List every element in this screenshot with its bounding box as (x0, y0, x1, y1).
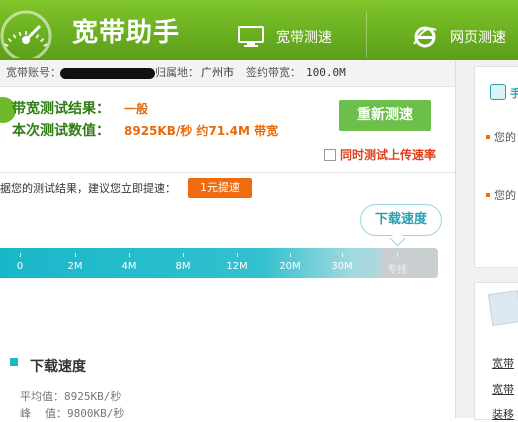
account-info-bar: 宽带账号： 归属地： 广州市 签约带宽： 100.0M (0, 60, 455, 87)
contract-label: 签约带宽： (246, 66, 301, 79)
gauge-tick (129, 253, 130, 257)
location-value: 广州市 (201, 66, 234, 79)
speedometer-logo-icon (0, 10, 52, 58)
nav-bandwidth-test[interactable]: 宽带测速 (238, 22, 332, 52)
nav-bandwidth-test-label: 宽带测速 (276, 30, 332, 46)
contract-value: 100.0M (306, 66, 346, 79)
peak-value: 9800KB/秒 (67, 407, 125, 420)
right-item-1: 您的 (494, 131, 516, 144)
avg-value: 8925KB/秒 (64, 390, 122, 403)
nav-webpage-test[interactable]: 网页测速 (412, 22, 506, 52)
speed-label: 本次测试数值： (12, 123, 110, 139)
gauge-label-20m: 20M (279, 261, 301, 272)
gauge-tick (20, 253, 21, 257)
avg-label: 平均值： (20, 390, 64, 403)
speed-value: 8925KB/秒 约71.4M 带宽 (124, 124, 279, 138)
test-result-label: 带宽测试结果： (12, 101, 110, 117)
gauge-label-2m: 2M (67, 261, 83, 272)
test-result-value: 一般 (124, 102, 149, 116)
right-item-2: 您的 (494, 189, 516, 202)
gauge-tick (342, 253, 343, 257)
peak-label: 峰 值： (20, 407, 67, 420)
monitor-icon (238, 26, 264, 47)
boost-button[interactable]: 1元提速 (188, 178, 252, 198)
download-speed-bubble: 下载速度 (360, 204, 442, 236)
gauge-label-0: 0 (16, 261, 24, 272)
gauge-label-30m: 30M (331, 261, 353, 272)
account-redacted (60, 68, 155, 79)
app-header: 宽带助手 宽带测速 网页测速 (0, 0, 518, 60)
gauge-scale: 0 2M 4M 8M 12M 20M 30M 专线 (0, 248, 438, 278)
gauge-tick (75, 253, 76, 257)
upload-test-checkbox[interactable] (324, 149, 336, 161)
right-link-3[interactable]: 装移 (492, 406, 514, 422)
gauge-label-dedicated: 专线 (387, 265, 407, 276)
gauge-tick (183, 253, 184, 257)
list-bullet (486, 135, 490, 139)
nav-webpage-test-label: 网页测速 (450, 30, 506, 46)
gauge-label-4m: 4M (121, 261, 137, 272)
right-link-1[interactable]: 宽带 (492, 355, 514, 371)
gauge-label-8m: 8M (175, 261, 191, 272)
gauge-tick (237, 253, 238, 257)
peak-row: 峰 值：9800KB/秒 (20, 405, 124, 421)
app-title: 宽带助手 (72, 18, 181, 48)
gauge-tick (397, 253, 398, 257)
download-section-title: 下载速度 (30, 359, 86, 375)
nav-divider (366, 12, 367, 58)
right-card-title: 手 (510, 87, 518, 100)
account-label: 宽带账号： (6, 66, 61, 79)
right-link-2[interactable]: 宽带 (492, 381, 514, 397)
boost-tip-text: 据您的测试结果，建议您立即提速： (0, 182, 176, 195)
list-bullet (486, 193, 490, 197)
assistant-icon (490, 84, 506, 100)
ie-browser-icon (413, 26, 437, 48)
retest-button[interactable]: 重新测速 (339, 100, 431, 131)
upload-test-checkbox-label[interactable]: 同时测试上传速率 (340, 146, 436, 163)
avg-row: 平均值：8925KB/秒 (20, 388, 121, 404)
download-section-bullet (10, 358, 18, 366)
promo-image (487, 290, 518, 326)
gauge-label-12m: 12M (226, 261, 248, 272)
divider (0, 172, 455, 173)
gauge-tick (290, 253, 291, 257)
location-label: 归属地： (155, 66, 199, 79)
